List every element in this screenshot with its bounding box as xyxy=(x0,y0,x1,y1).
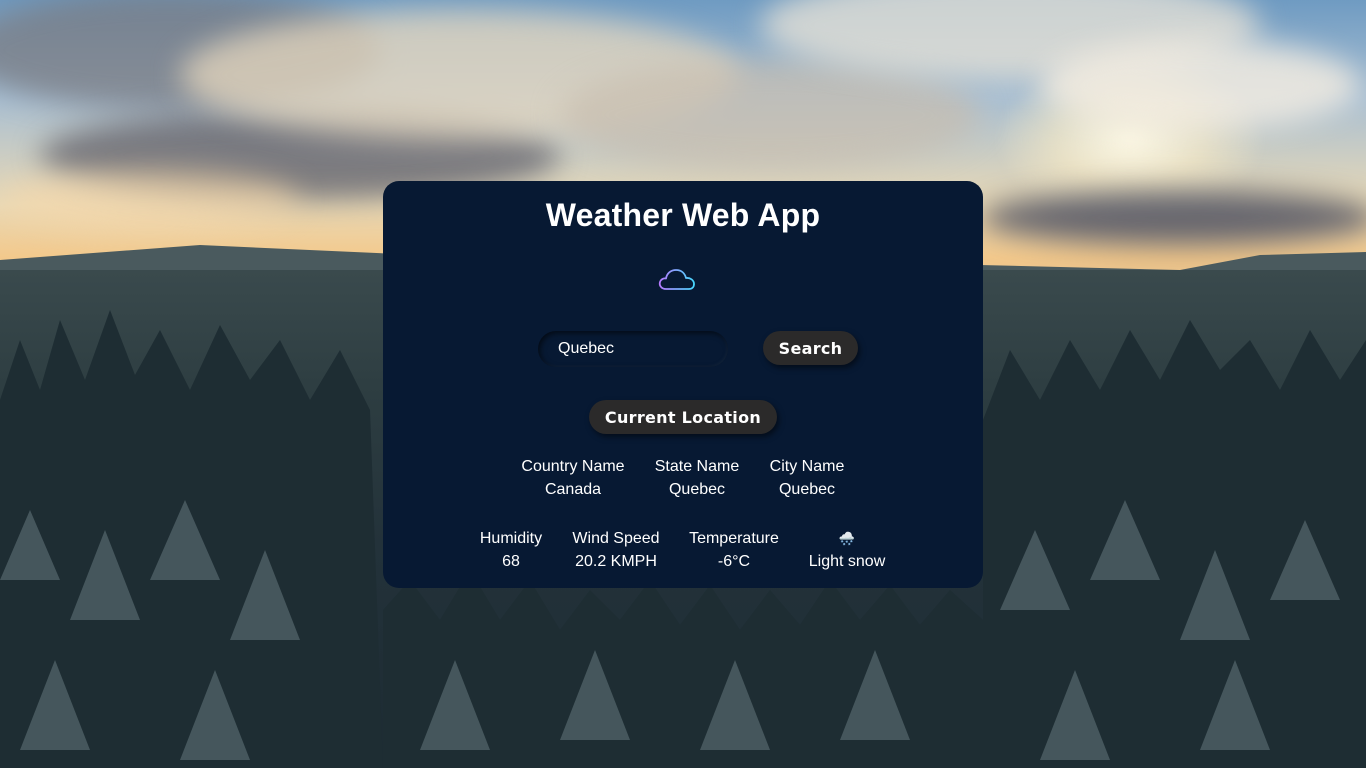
country-label: Country Name xyxy=(521,458,625,475)
wind-info: Wind Speed 20.2 KMPH xyxy=(561,527,671,573)
condition-info: 🌨️ Light snow xyxy=(797,527,897,573)
temperature-label: Temperature xyxy=(689,530,779,547)
temperature-info: Temperature -6°C xyxy=(679,527,789,573)
state-label: State Name xyxy=(654,458,740,475)
app-title: Weather Web App xyxy=(545,197,821,233)
city-info: City Name Quebec xyxy=(757,455,857,501)
city-value: Quebec xyxy=(778,481,836,498)
temperature-value: -6°C xyxy=(717,553,751,570)
weather-card: Weather Web App Search Current Location … xyxy=(383,181,983,588)
state-info: State Name Quebec xyxy=(647,455,747,501)
snow-cloud-icon: 🌨️ xyxy=(838,531,856,546)
search-input[interactable] xyxy=(538,331,728,367)
wind-value: 20.2 KMPH xyxy=(575,553,657,570)
state-value: Quebec xyxy=(668,481,726,498)
humidity-value: 68 xyxy=(502,553,520,570)
humidity-info: Humidity 68 xyxy=(471,527,551,573)
search-button[interactable]: Search xyxy=(763,331,858,365)
wind-label: Wind Speed xyxy=(572,530,660,547)
city-label: City Name xyxy=(769,458,845,475)
cloud-icon xyxy=(658,269,695,290)
country-info: Country Name Canada xyxy=(513,455,633,501)
humidity-label: Humidity xyxy=(479,530,543,547)
country-value: Canada xyxy=(544,481,602,498)
condition-text: Light snow xyxy=(808,553,886,570)
current-location-button[interactable]: Current Location xyxy=(589,400,777,434)
